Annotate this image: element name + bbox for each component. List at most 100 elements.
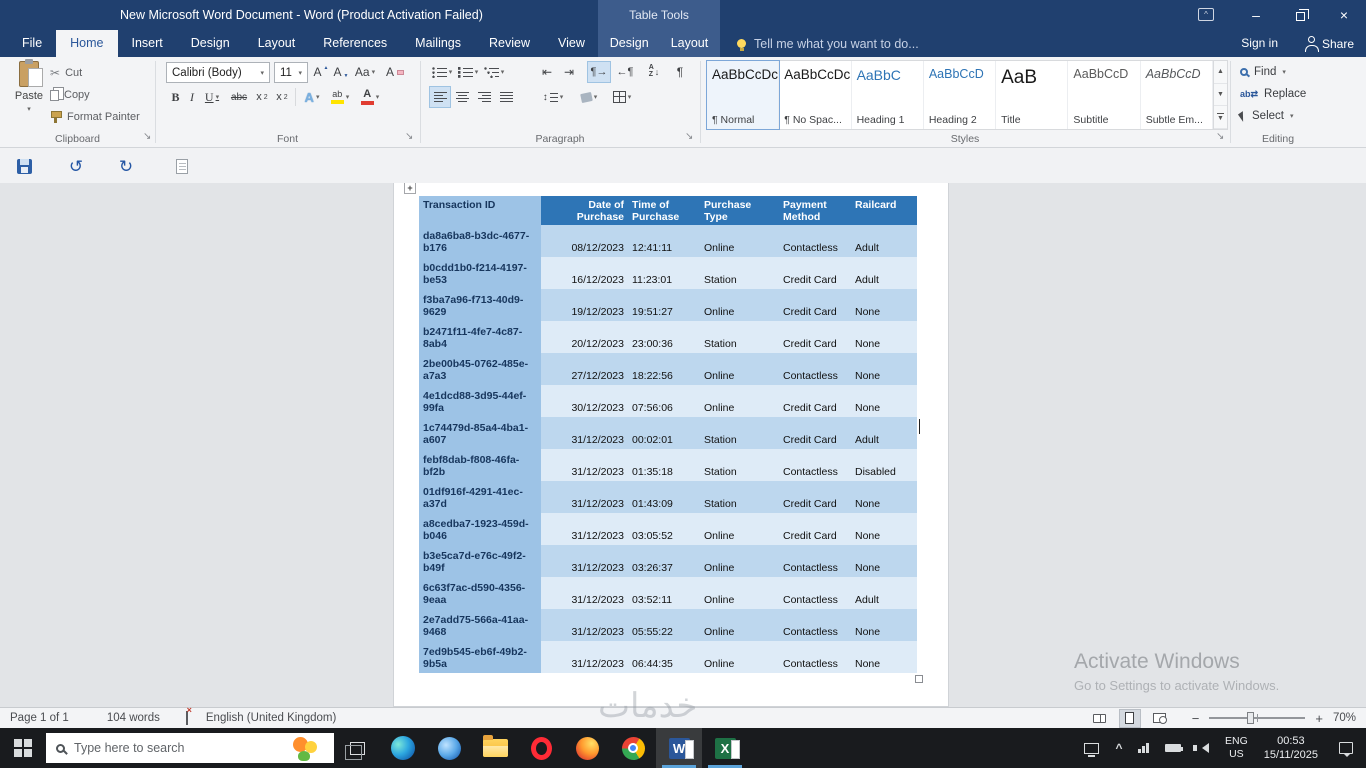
table-cell[interactable]: Online [700, 641, 779, 673]
table-cell[interactable]: Credit Card [779, 385, 851, 417]
font-color-button[interactable]: A ▾ [357, 87, 383, 107]
table-cell[interactable]: Credit Card [779, 417, 851, 449]
font-family-combo[interactable]: Calibri (Body) ▾ [166, 62, 270, 83]
font-dialog-launcher[interactable]: ↘ [405, 131, 413, 142]
bullets-button[interactable]: ▾ [430, 62, 454, 82]
table-cell[interactable]: Online [700, 513, 779, 545]
paste-button[interactable]: Paste ▾ [8, 59, 50, 131]
table-cell[interactable]: 23:00:36 [628, 321, 700, 353]
table-cell[interactable]: Contactless [779, 449, 851, 481]
word-count[interactable]: 104 words [107, 712, 160, 724]
table-cell[interactable]: Adult [851, 225, 917, 257]
font-color-caret[interactable]: ▾ [376, 93, 380, 101]
contextual-tab-layout[interactable]: Layout [660, 30, 720, 57]
highlight-color-button[interactable]: ab ▾ [327, 87, 353, 107]
font-size-combo[interactable]: 11 ▾ [274, 62, 308, 83]
table-cell[interactable]: Contactless [779, 577, 851, 609]
contextual-tab-design[interactable]: Design [599, 30, 660, 57]
touch-keyboard-button[interactable] [1076, 728, 1107, 768]
table-cell[interactable]: 1c74479d-85a4-4ba1-a607 [419, 417, 541, 449]
task-view-button[interactable] [334, 728, 380, 768]
copy-button[interactable]: Copy [50, 86, 90, 104]
replace-button[interactable]: ab⇄ Replace [1240, 85, 1306, 103]
show-paragraph-marks-button[interactable]: ¶ [672, 62, 688, 82]
table-cell[interactable]: b2471f11-4fe7-4c87-8ab4 [419, 321, 541, 353]
table-cell[interactable]: Contactless [779, 641, 851, 673]
table-cell[interactable]: Adult [851, 257, 917, 289]
action-center-button[interactable] [1326, 728, 1366, 768]
style-heading-1[interactable]: AaBbC Heading 1 [852, 61, 924, 129]
proofing-status-icon[interactable] [185, 711, 188, 725]
table-cell[interactable]: Credit Card [779, 321, 851, 353]
grow-font-button[interactable]: A ▲ [312, 62, 330, 82]
style-heading-2[interactable]: AaBbCcD Heading 2 [924, 61, 997, 129]
table-cell[interactable]: 08/12/2023 [541, 225, 628, 257]
align-right-button[interactable] [474, 87, 494, 107]
table-cell[interactable]: 11:23:01 [628, 257, 700, 289]
table-cell[interactable]: 31/12/2023 [541, 545, 628, 577]
header-cell[interactable]: Date of Purchase [541, 196, 628, 225]
multilevel-list-button[interactable]: ▾ [482, 62, 506, 82]
align-center-button[interactable] [452, 87, 472, 107]
line-spacing-button[interactable]: ↕ ▾ [538, 87, 568, 107]
paste-dropdown-caret[interactable]: ▾ [27, 105, 31, 113]
table-cell[interactable]: 03:26:37 [628, 545, 700, 577]
new-document-button[interactable] [170, 156, 194, 176]
table-cell[interactable]: Station [700, 449, 779, 481]
header-cell[interactable]: Purchase Type [700, 196, 779, 225]
table-cell[interactable]: Adult [851, 577, 917, 609]
table-cell[interactable]: None [851, 353, 917, 385]
table-cell[interactable]: 27/12/2023 [541, 353, 628, 385]
table-cell[interactable]: None [851, 321, 917, 353]
undo-button[interactable]: ↺ [64, 156, 88, 176]
format-painter-button[interactable]: Format Painter [50, 108, 140, 126]
save-button[interactable] [12, 156, 36, 176]
table-cell[interactable]: 31/12/2023 [541, 641, 628, 673]
text-effects-button[interactable]: A ▾ [301, 87, 323, 107]
table-cell[interactable]: Station [700, 481, 779, 513]
table-cell[interactable]: Online [700, 609, 779, 641]
justify-button[interactable] [496, 87, 516, 107]
table-cell[interactable]: 05:55:22 [628, 609, 700, 641]
change-case-button[interactable]: Aa ▾ [352, 62, 378, 82]
page-count[interactable]: Page 1 of 1 [10, 712, 69, 724]
table-cell[interactable]: Online [700, 577, 779, 609]
subscript-button[interactable]: x2 [253, 87, 271, 107]
battery-button[interactable] [1157, 728, 1189, 768]
taskbar-search-box[interactable]: Type here to search [46, 733, 334, 763]
right-to-left-text-button[interactable]: ←¶ [614, 62, 636, 82]
tab-layout[interactable]: Layout [244, 30, 310, 57]
table-cell[interactable]: Contactless [779, 545, 851, 577]
zoom-slider-handle[interactable] [1247, 712, 1255, 724]
style-subtitle[interactable]: AaBbCcD Subtitle [1068, 61, 1141, 129]
table-cell[interactable]: 30/12/2023 [541, 385, 628, 417]
table-cell[interactable]: 01df916f-4291-41ec-a37d [419, 481, 541, 513]
style-title[interactable]: AaB Title [996, 61, 1069, 129]
underline-caret[interactable]: ▾ [216, 93, 220, 101]
table-cell[interactable]: Online [700, 289, 779, 321]
table-cell[interactable]: None [851, 385, 917, 417]
multilevel-caret[interactable]: ▾ [501, 68, 505, 76]
table-cell[interactable]: Credit Card [779, 257, 851, 289]
header-cell[interactable]: Payment Method [779, 196, 851, 225]
styles-more-button[interactable]: ▼ [1214, 106, 1227, 130]
taskbar-app-word[interactable]: W [656, 728, 702, 768]
style-normal[interactable]: AaBbCcDc ¶ Normal [705, 60, 781, 130]
styles-dialog-launcher[interactable]: ↘ [1216, 131, 1224, 142]
table-cell[interactable]: Contactless [779, 225, 851, 257]
header-cell[interactable]: Railcard [851, 196, 917, 225]
borders-button[interactable]: ▾ [608, 87, 636, 107]
table-cell[interactable]: 19:51:27 [628, 289, 700, 321]
close-button[interactable]: × [1322, 0, 1366, 30]
table-cell[interactable]: Online [700, 545, 779, 577]
clipboard-dialog-launcher[interactable]: ↘ [143, 131, 151, 142]
table-cell[interactable]: 31/12/2023 [541, 449, 628, 481]
sort-button[interactable]: A Z ↓ [642, 62, 666, 82]
bold-button[interactable]: B [168, 87, 183, 107]
table-cell[interactable]: 16/12/2023 [541, 257, 628, 289]
language-indicator[interactable]: ENG US [1217, 735, 1256, 760]
table-cell[interactable]: 31/12/2023 [541, 609, 628, 641]
table-cell[interactable]: 03:05:52 [628, 513, 700, 545]
table-cell[interactable]: Online [700, 385, 779, 417]
cut-button[interactable]: ✂ Cut [50, 64, 82, 82]
